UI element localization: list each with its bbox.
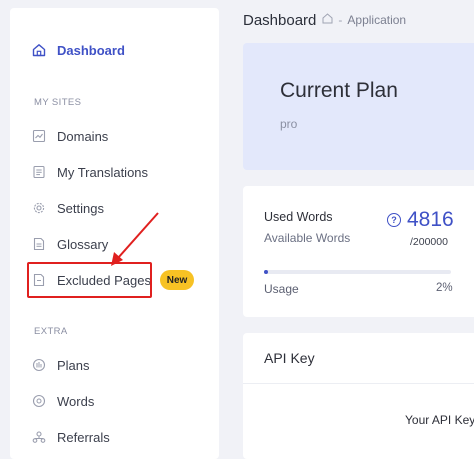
sidebar: Dashboard MY SITES Domains My Translatio… (10, 8, 219, 459)
sidebar-item-dashboard[interactable]: Dashboard (32, 38, 125, 62)
usage-progress-fill (264, 270, 268, 274)
sidebar-item-label: My Translations (57, 164, 149, 180)
home-icon[interactable] (322, 13, 333, 27)
words-total: /200000 (410, 236, 448, 248)
sidebar-item-label: Glossary (57, 236, 109, 252)
new-badge: New (160, 270, 194, 290)
api-key-label: Your API Key (405, 413, 474, 427)
breadcrumb-item[interactable]: Application (347, 13, 406, 27)
sidebar-item-referrals[interactable]: Referrals (32, 425, 110, 449)
domains-icon (32, 129, 46, 143)
page-title: Dashboard (243, 11, 317, 29)
referrals-icon (32, 430, 46, 444)
plan-name: pro (280, 117, 298, 131)
used-words-label: Used Words (264, 210, 333, 224)
available-words-label: Available Words (264, 231, 351, 245)
excluded-pages-highlight (27, 262, 152, 298)
words-card: Used Words Available Words ? 4816 /20000… (243, 186, 474, 317)
sidebar-item-label: Domains (57, 128, 109, 144)
divider (243, 383, 474, 384)
api-key-card: API Key Your API Key (243, 333, 474, 459)
sidebar-item-label: Plans (57, 357, 90, 373)
sidebar-item-label: Words (57, 393, 95, 409)
gear-icon (32, 201, 46, 215)
plans-icon (32, 358, 46, 372)
sidebar-item-domains[interactable]: Domains (32, 124, 108, 148)
plan-title: Current Plan (280, 79, 398, 102)
breadcrumb-separator: - (338, 13, 343, 27)
api-key-title: API Key (264, 350, 315, 366)
section-heading-extra: EXTRA (34, 326, 68, 337)
usage-percent: 2% (436, 282, 453, 294)
help-icon[interactable]: ? (387, 213, 401, 227)
section-heading-my-sites: MY SITES (34, 97, 82, 108)
usage-progress-bar (264, 270, 451, 274)
usage-label: Usage (264, 282, 299, 296)
current-plan-card: Current Plan pro (243, 43, 474, 170)
sidebar-item-label: Referrals (57, 429, 110, 445)
page-header: Dashboard - Application (243, 8, 406, 32)
breadcrumb: - Application (322, 13, 406, 27)
sidebar-item-my-translations[interactable]: My Translations (32, 160, 148, 184)
sidebar-item-settings[interactable]: Settings (32, 196, 104, 220)
translations-icon (32, 165, 46, 179)
sidebar-item-label: Dashboard (57, 42, 125, 58)
words-count: 4816 (407, 208, 454, 231)
glossary-icon (32, 237, 46, 251)
home-icon (32, 43, 46, 57)
sidebar-item-plans[interactable]: Plans (32, 353, 90, 377)
sidebar-item-words[interactable]: Words (32, 389, 94, 413)
sidebar-item-glossary[interactable]: Glossary (32, 232, 108, 256)
sidebar-item-label: Settings (57, 200, 104, 216)
words-icon (32, 394, 46, 408)
